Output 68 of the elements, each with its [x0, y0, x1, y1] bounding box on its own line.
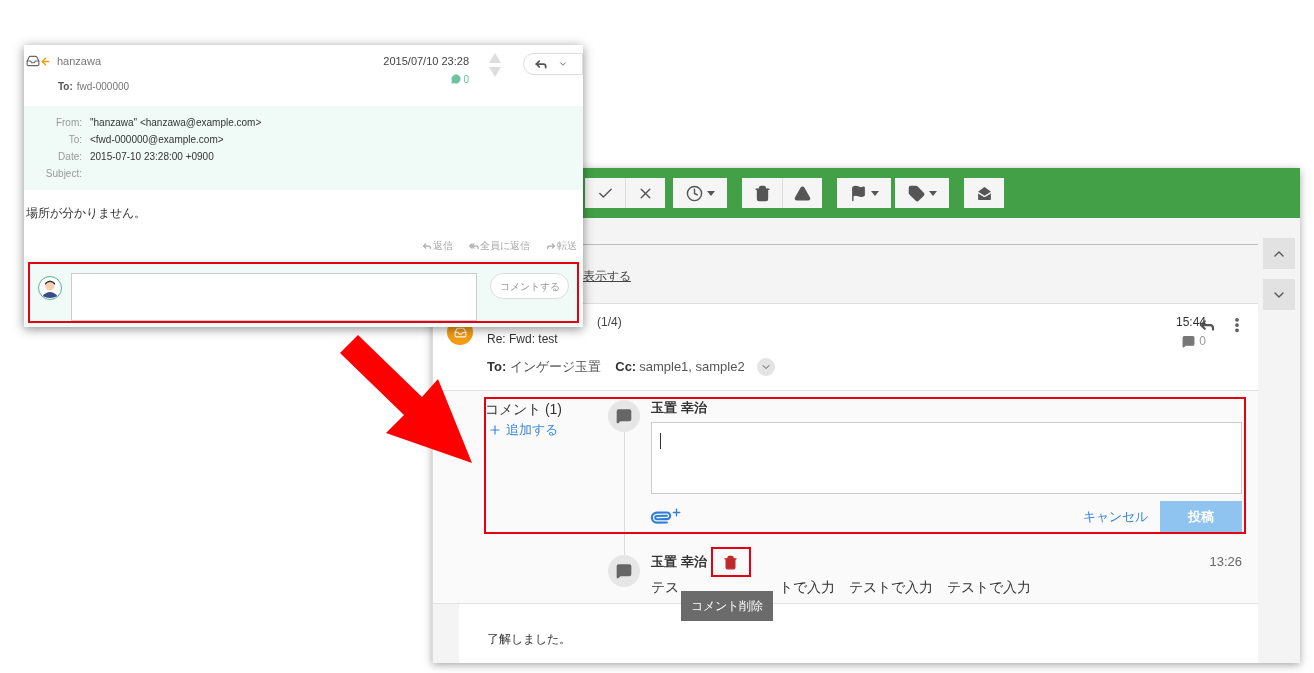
clock-icon [685, 184, 703, 202]
header-value: "hanzawa" <hanzawa@example.com> [90, 116, 263, 130]
header-value: <fwd-000000@example.com> [90, 133, 225, 147]
comments-heading: コメント (1) [485, 400, 563, 418]
comment-submit-button[interactable]: コメントする [490, 273, 569, 299]
comment-time: 13:26 [1209, 553, 1242, 572]
subtitle-text: Re: Fwd: test [487, 331, 559, 348]
attach-icon[interactable] [651, 507, 682, 527]
mail-action-link[interactable]: 返信 [422, 238, 453, 253]
toolbar-close-button[interactable] [625, 178, 665, 208]
header-label: Subject: [44, 167, 82, 181]
caret-icon [870, 190, 879, 196]
comment-author: 玉置 幸治 [651, 553, 707, 572]
trash-icon [753, 184, 771, 202]
mail-body: 場所が分かりません。 [25, 205, 147, 222]
caret-icon [928, 190, 937, 196]
to-label: To: [487, 358, 507, 376]
expand-button[interactable] [756, 357, 775, 376]
toolbar-warning-button[interactable] [782, 178, 822, 208]
comment-text: トで入力 テストで入力 テストで入力 [779, 578, 1031, 597]
mail-action-link[interactable]: 転送 [546, 238, 577, 253]
header-label: Date: [57, 150, 82, 164]
to-value: インゲージ玉置 [510, 358, 602, 376]
text-cursor [660, 433, 661, 449]
subject-text: (1/4) [596, 314, 623, 330]
cc-label: Cc: [615, 358, 637, 376]
toolbar-tag-button[interactable] [895, 178, 949, 208]
caret-icon [706, 190, 715, 196]
to-value: fwd-000000 [76, 79, 130, 94]
toolbar-clock-button[interactable] [673, 178, 727, 208]
mail-date: 2015/07/10 23:28 [383, 54, 469, 69]
sender-name: hanzawa [57, 54, 102, 69]
header-value: 2015-07-10 23:28:00 +0900 [90, 150, 215, 164]
toolbar-trash-button[interactable] [742, 178, 782, 208]
comment-count: 0 [463, 72, 469, 87]
tag-icon [907, 184, 925, 202]
header-label: To: [67, 133, 82, 147]
comment-count: 0 [1199, 333, 1206, 350]
reply-icon [534, 57, 548, 71]
arrow-icon [340, 335, 475, 465]
avatar-icon [38, 276, 62, 300]
editor-author: 玉置 幸治 [651, 400, 708, 416]
header-label: From: [54, 116, 82, 130]
add-comment-link[interactable]: 追加する [485, 420, 599, 440]
mail-body: 了解しました。 [487, 632, 571, 646]
toolbar-mail-button[interactable] [964, 178, 1004, 208]
comment-input[interactable] [71, 273, 478, 321]
warning-icon [794, 184, 811, 202]
plus-icon [488, 422, 502, 437]
delete-icon[interactable] [723, 554, 739, 570]
caret-icon [558, 59, 568, 69]
reply-arrow-icon [469, 240, 479, 251]
to-label: To: [58, 79, 73, 94]
toolbar-check-button[interactable] [585, 178, 625, 208]
inbox-icon [26, 54, 51, 68]
mail-icon [975, 184, 993, 202]
show-link[interactable]: 表示する [583, 267, 631, 285]
tooltip: コメント削除 [681, 591, 773, 621]
comment-icon [451, 74, 462, 84]
mail-action-link[interactable]: 全員に返信 [469, 238, 530, 253]
forward-arrow-icon [546, 240, 556, 251]
flag-icon [849, 184, 867, 202]
cc-value: sample1, sample2 [639, 358, 745, 376]
reply-arrow-icon [422, 240, 432, 251]
cancel-link[interactable]: キャンセル [1083, 507, 1148, 527]
comment-icon [1182, 334, 1196, 348]
comment-text: テス [651, 578, 679, 597]
toolbar-flag-button[interactable] [837, 178, 891, 208]
